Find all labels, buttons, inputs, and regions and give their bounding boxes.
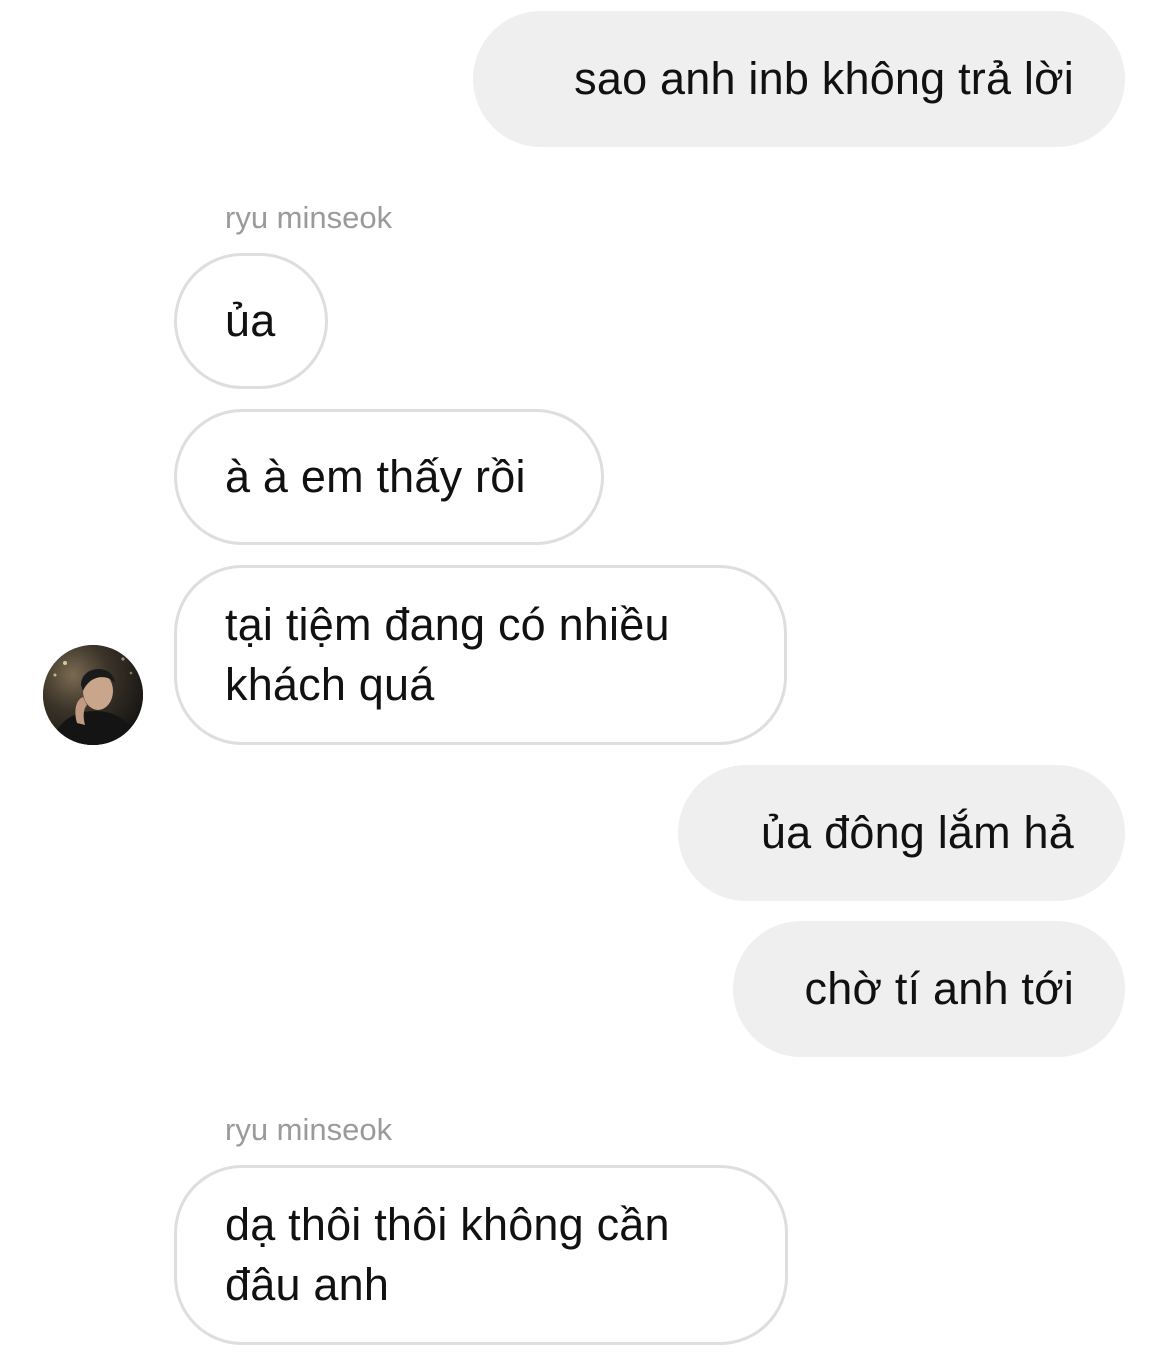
sender-name: ryu minseok [225, 1112, 393, 1147]
outgoing-message-bubble[interactable]: sao anh inb không trả lời [473, 11, 1125, 147]
message-text-line: dạ thôi thôi không cần [225, 1199, 670, 1250]
message-text-line: khách quá [225, 659, 435, 710]
contact-avatar[interactable] [43, 645, 143, 745]
incoming-message-bubble[interactable]: à à em thấy rồi [174, 409, 604, 545]
avatar-photo-icon [43, 645, 143, 745]
message-text: à à em thấy rồi [225, 451, 526, 502]
message-text: chờ tí anh tới [804, 963, 1074, 1014]
incoming-message-bubble[interactable]: dạ thôi thôi không cần đâu anh [174, 1165, 788, 1345]
outgoing-message-bubble[interactable]: ủa đông lắm hả [678, 765, 1125, 901]
message-text-line: tại tiệm đang có nhiều [225, 599, 670, 650]
message-text: sao anh inb không trả lời [574, 53, 1074, 104]
outgoing-message-bubble[interactable]: chờ tí anh tới [733, 921, 1125, 1057]
message-text: ủa [225, 295, 276, 346]
incoming-message-bubble[interactable]: ủa [174, 253, 328, 389]
sender-name: ryu minseok [225, 200, 393, 235]
message-text: ủa đông lắm hả [760, 807, 1074, 858]
message-text-line: đâu anh [225, 1259, 390, 1310]
incoming-message-bubble[interactable]: tại tiệm đang có nhiều khách quá [174, 565, 787, 745]
